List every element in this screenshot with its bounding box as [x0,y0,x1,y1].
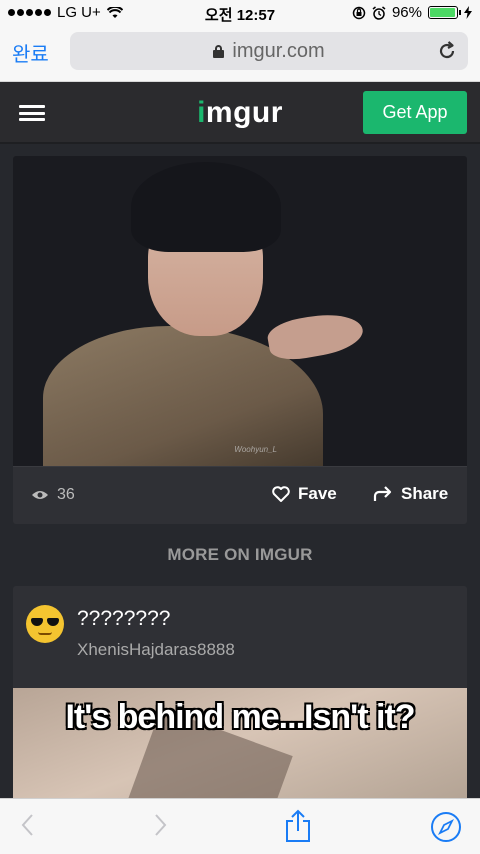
browser-url-bar: 완료 imgur.com [0,28,480,82]
post-image[interactable]: Woohyun_L [13,156,467,466]
battery-percent: 96% [391,4,422,21]
alarm-icon [372,5,386,20]
post-card: Woohyun_L 36 Fave Share [13,156,467,524]
get-app-button[interactable]: Get App [363,91,467,134]
battery-icon [428,6,461,19]
lock-icon [213,44,225,58]
related-post-title[interactable]: ???????? [77,607,170,631]
rotation-lock-icon [352,6,366,19]
view-count: 36 [31,486,75,504]
share-sheet-icon[interactable] [283,809,313,843]
image-watermark: Woohyun_L [234,445,277,454]
more-on-imgur-heading: MORE ON IMGUR [167,545,313,564]
meme-caption: It's behind me...Isn't it? [65,698,415,736]
back-icon[interactable] [18,811,38,839]
browser-toolbar [0,798,480,854]
share-button[interactable]: Share [373,484,448,504]
url-text: imgur.com [232,39,325,62]
reload-icon[interactable] [436,40,458,62]
view-count-value: 36 [57,486,75,503]
charging-bolt-icon [464,6,472,19]
share-arrow-icon [373,486,392,501]
eye-icon [32,491,48,499]
post-actions: 36 Fave Share [13,466,467,524]
related-post-username[interactable]: XhenisHajdaras8888 [77,640,235,660]
fave-button[interactable]: Fave [272,484,337,504]
status-right: 96% [352,4,472,21]
share-label: Share [401,484,449,503]
imgur-header: imgur Get App [0,82,480,144]
done-button[interactable]: 완료 [12,38,49,67]
user-avatar[interactable] [26,605,64,643]
forward-icon[interactable] [150,811,170,839]
status-bar: LG U+ 오전 12:57 96% [0,0,480,28]
address-field[interactable]: imgur.com [70,32,468,70]
fave-label: Fave [298,484,337,503]
heart-icon [272,486,290,502]
compass-icon[interactable] [430,811,462,843]
sunglasses-emoji-icon [31,618,59,626]
